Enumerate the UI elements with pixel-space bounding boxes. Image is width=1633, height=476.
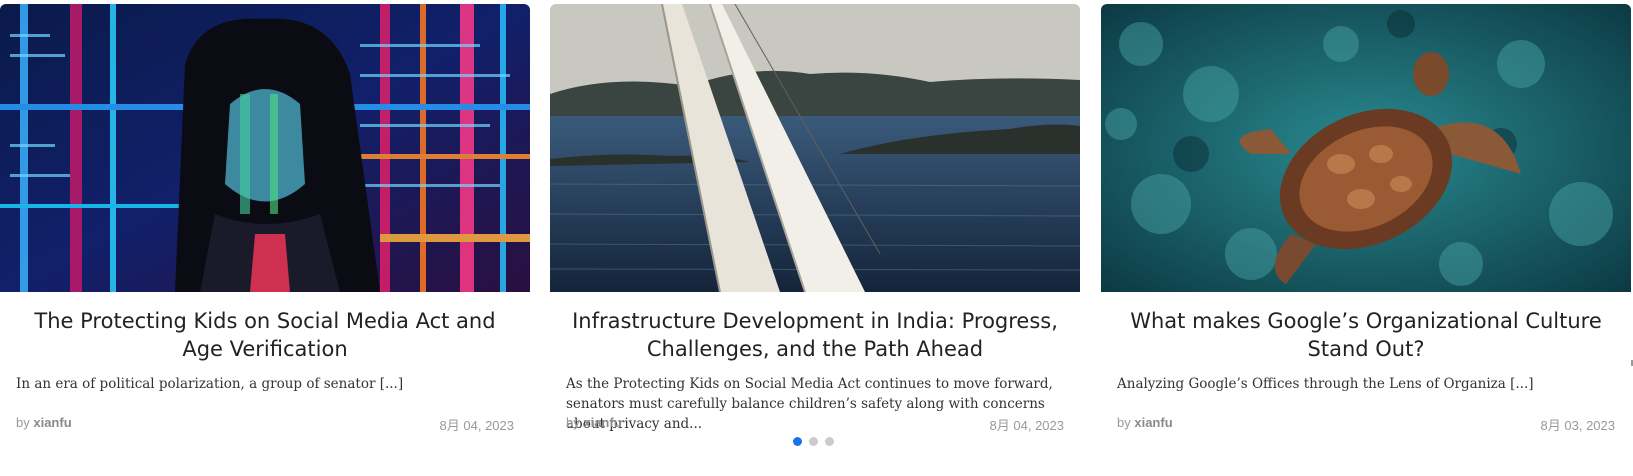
post-thumbnail[interactable] [550, 4, 1080, 292]
post-thumbnail[interactable] [0, 4, 530, 292]
post-thumbnail[interactable] [1101, 4, 1631, 292]
by-label: by [16, 415, 30, 430]
post-title[interactable]: Infrastructure Development in India: Pro… [566, 307, 1064, 363]
post-meta: by xianfu 8月 03, 2023 [1117, 415, 1615, 433]
post-date: 8月 04, 2023 [439, 418, 514, 433]
post-card: The Protecting Kids on Social Media Act … [0, 4, 530, 434]
byline: by xianfu [566, 415, 622, 430]
post-date: 8月 04, 2023 [989, 418, 1064, 433]
pagination-dot-2[interactable] [809, 437, 818, 446]
post-card: What makes Google’s Organizational Cultu… [1101, 4, 1631, 434]
post-excerpt: Analyzing Google’s Offices through the L… [1117, 376, 1534, 392]
post-title[interactable]: The Protecting Kids on Social Media Act … [16, 307, 514, 363]
post-meta: by xianfu 8月 04, 2023 [16, 415, 514, 433]
byline: by xianfu [16, 415, 72, 430]
post-meta: by xianfu 8月 04, 2023 [566, 415, 1064, 433]
pagination-dot-1[interactable] [793, 437, 802, 446]
carousel-pagination [793, 437, 834, 449]
post-carousel: The Protecting Kids on Social Media Act … [0, 0, 1633, 476]
hacker-woman-image [0, 4, 530, 292]
byline: by xianfu [1117, 415, 1173, 430]
post-card: Infrastructure Development in India: Pro… [550, 4, 1080, 434]
post-excerpt: In an era of political polarization, a g… [16, 376, 404, 392]
author-link[interactable]: xianfu [33, 415, 71, 430]
sailboat-image [550, 4, 1080, 292]
pagination-dot-3[interactable] [825, 437, 834, 446]
author-link[interactable]: xianfu [583, 415, 621, 430]
author-link[interactable]: xianfu [1134, 415, 1172, 430]
by-label: by [566, 415, 580, 430]
post-date: 8月 03, 2023 [1540, 418, 1615, 433]
sea-turtle-image [1101, 4, 1631, 292]
post-title[interactable]: What makes Google’s Organizational Cultu… [1117, 307, 1615, 363]
by-label: by [1117, 415, 1131, 430]
